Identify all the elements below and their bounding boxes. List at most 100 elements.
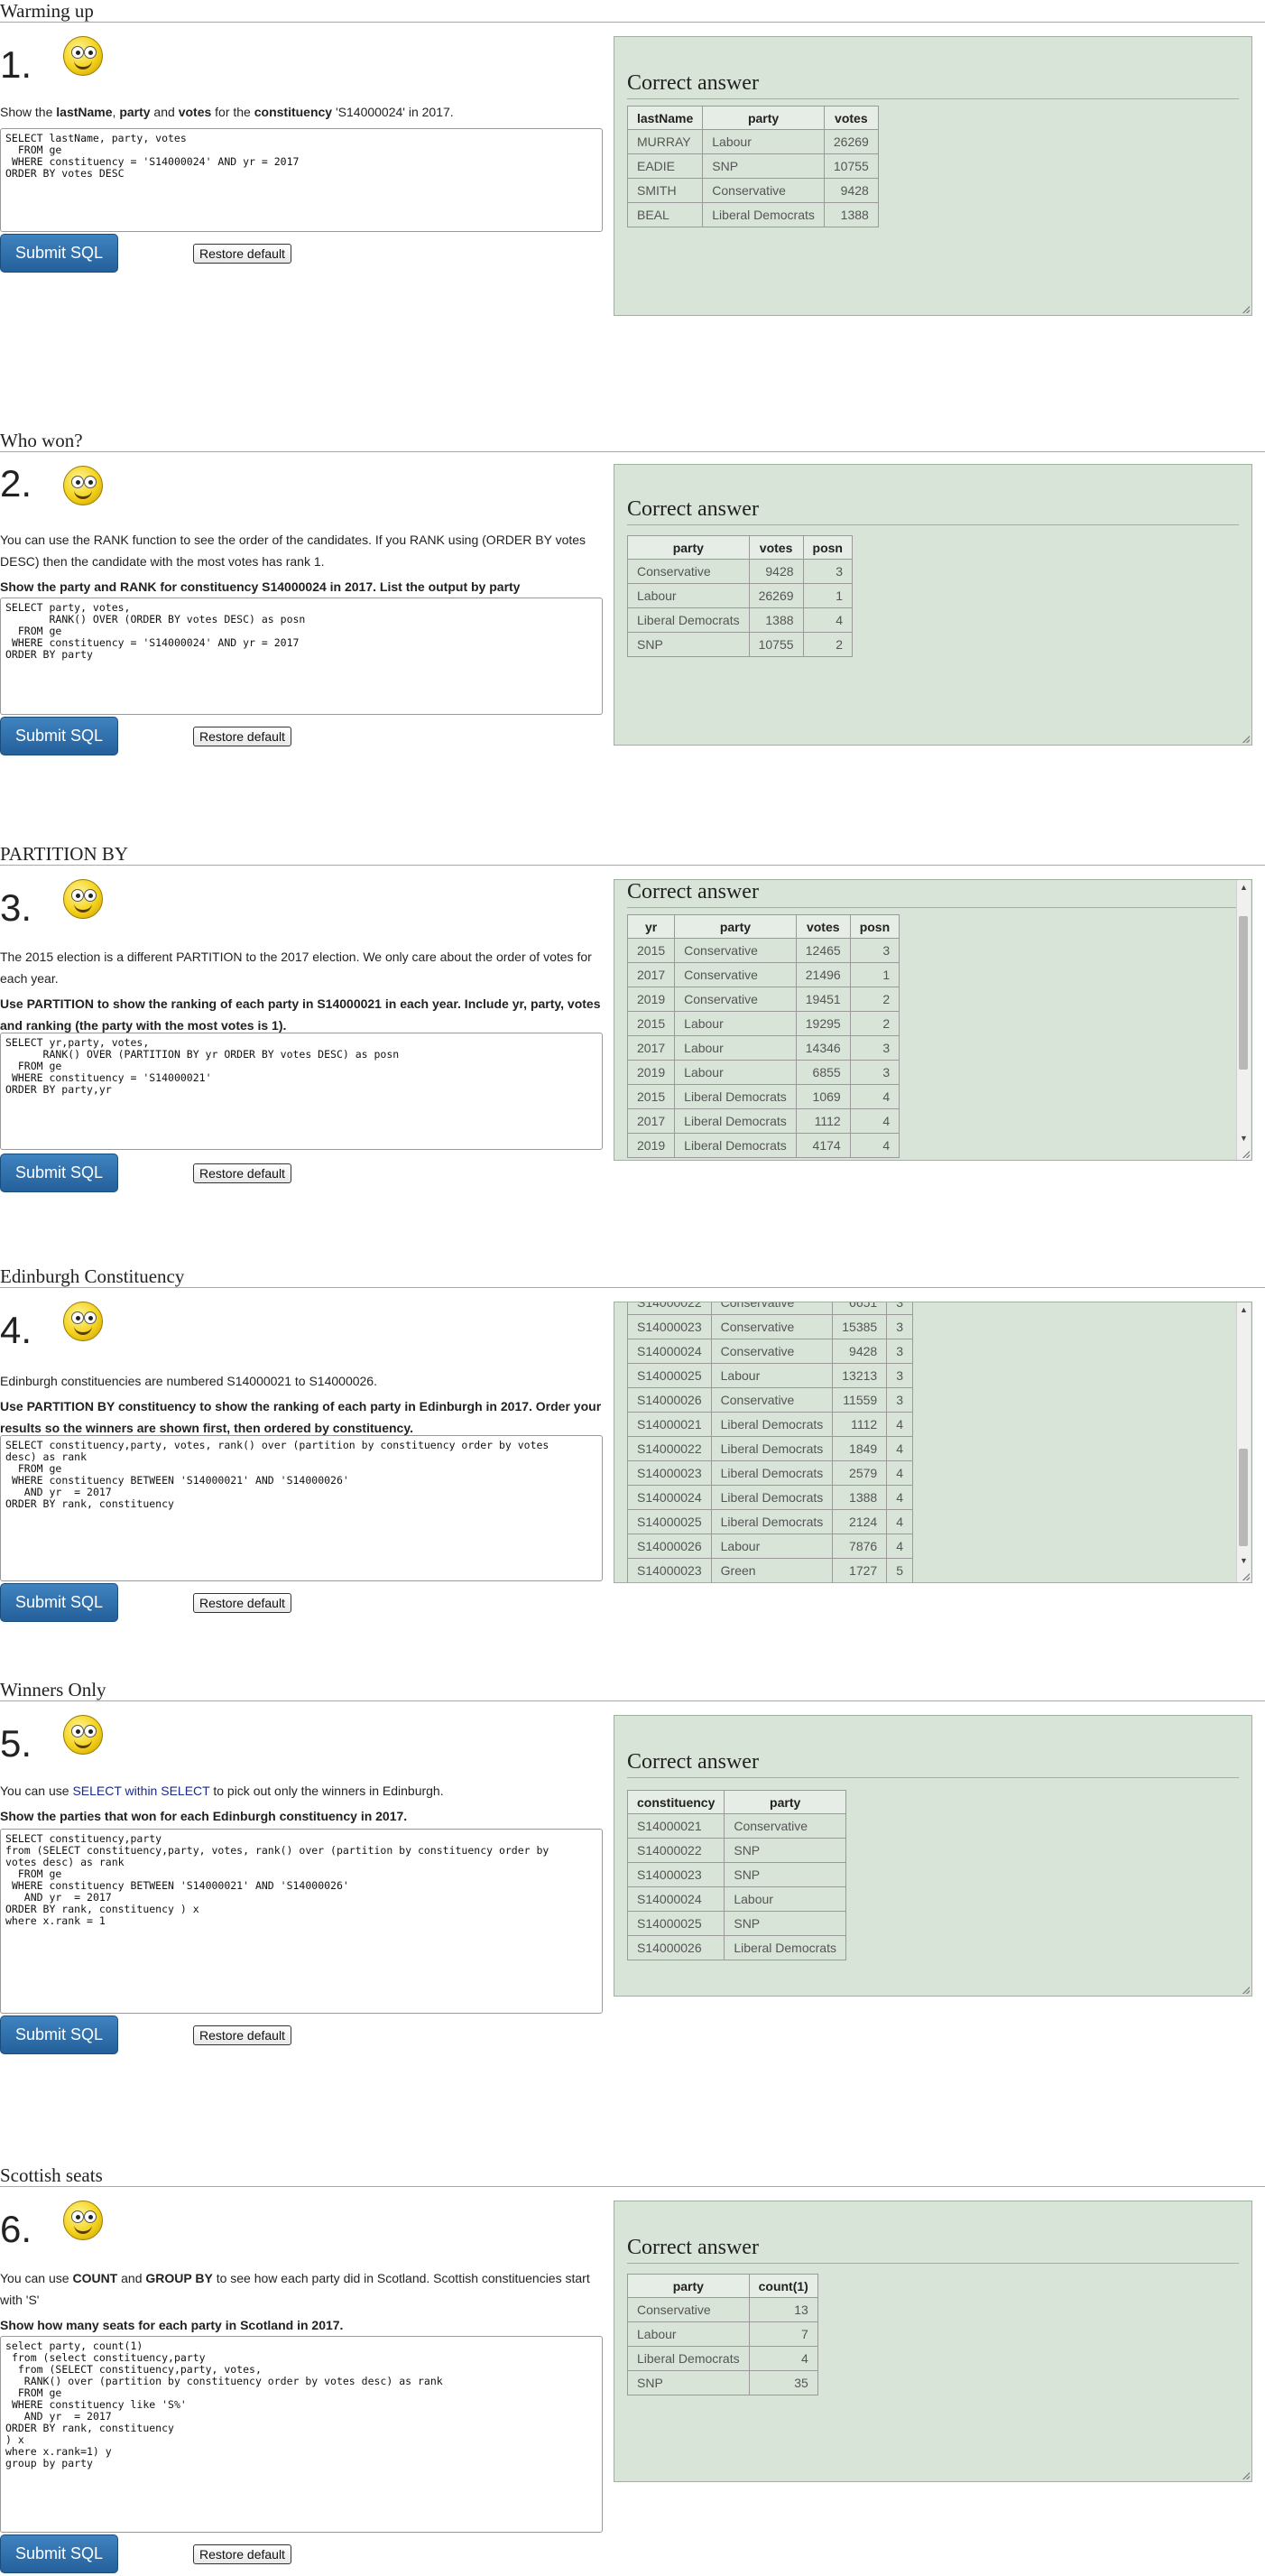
table-cell: S14000021: [627, 1412, 712, 1437]
smiley-icon: [63, 1715, 103, 1755]
sql-editor[interactable]: [0, 1033, 603, 1150]
table-cell: S14000026: [626, 1935, 725, 1960]
scroll-up-arrow-icon[interactable]: ▲: [1237, 1304, 1251, 1315]
table-cell: 4: [802, 607, 854, 633]
column-header: party: [702, 106, 825, 130]
table-cell: 4: [886, 1534, 913, 1559]
question-task: Show the parties that won for each Edinb…: [0, 1809, 408, 1823]
answer-title: Correct answer: [627, 880, 759, 903]
table-cell: 21496: [795, 962, 851, 987]
question-task: Show the party and RANK for constituency…: [0, 579, 521, 594]
question-text: You can use the RANK function to see the…: [0, 533, 586, 569]
scroll-thumb[interactable]: [1239, 1449, 1248, 1546]
restore-default-button[interactable]: Restore default: [193, 2544, 291, 2564]
resize-handle[interactable]: [1242, 1987, 1250, 1994]
table-cell: 10755: [748, 632, 804, 657]
table-cell: Conservative: [627, 559, 750, 584]
table-cell: EADIE: [626, 153, 704, 179]
restore-default-button[interactable]: Restore default: [193, 1593, 291, 1613]
correct-answer-panel: Correct answer yr party votes posn 2015 Conse…: [614, 879, 1252, 1161]
restore-default-button[interactable]: Restore default: [193, 1163, 291, 1183]
sql-editor[interactable]: [0, 1435, 603, 1581]
resize-handle[interactable]: [1242, 1151, 1250, 1158]
table-cell: 2: [849, 987, 900, 1012]
divider: [627, 2263, 1239, 2264]
scroll-down-arrow-icon[interactable]: ▼: [1237, 1133, 1251, 1144]
table-cell: Liberal Democrats: [710, 1485, 834, 1510]
table-cell: 1112: [795, 1108, 851, 1134]
submit-sql-button[interactable]: Submit SQL: [0, 234, 118, 273]
column-header: party: [627, 2274, 750, 2298]
scrollbar[interactable]: ▲ ▼: [1236, 880, 1251, 1160]
text-bold: COUNT: [72, 2271, 118, 2285]
table-cell: SNP: [724, 1911, 846, 1936]
table-row: Liberal Democrats 4: [627, 2346, 818, 2371]
question-text: You can use COUNT and GROUP BY to see ho…: [0, 2267, 603, 2311]
table-cell: 2015: [626, 1084, 676, 1109]
table-cell: Conservative: [710, 1339, 834, 1364]
table-cell: Conservative: [674, 987, 797, 1012]
scroll-down-arrow-icon[interactable]: ▼: [1237, 1555, 1251, 1566]
divider: [0, 865, 1265, 866]
table-cell: 4: [886, 1460, 913, 1486]
table-row: SMITH Conservative 9428: [626, 178, 879, 203]
table-cell: 4: [886, 1436, 913, 1461]
table-cell: MURRAY: [626, 129, 704, 154]
table-cell: 15385: [832, 1314, 888, 1339]
resize-handle[interactable]: [1242, 1573, 1250, 1580]
submit-sql-button[interactable]: Submit SQL: [0, 2534, 118, 2573]
submit-sql-button[interactable]: Submit SQL: [0, 717, 118, 755]
answer-table: lastName party votes MURRAY Labour 26269 EADIE…: [626, 106, 879, 227]
scroll-up-arrow-icon[interactable]: ▲: [1237, 882, 1251, 893]
table-cell: 10755: [823, 153, 879, 179]
table-cell: 2124: [832, 1509, 888, 1534]
answer-table: party votes posn Conservative 9428 3 Labour 262…: [627, 535, 854, 657]
table-cell: S14000021: [626, 1813, 725, 1839]
sql-editor[interactable]: [0, 1829, 603, 2014]
table-cell: 3: [886, 1387, 913, 1413]
section-title: PARTITION BY: [0, 843, 129, 865]
table-row: S14000025 Labour 13213 3: [627, 1363, 913, 1388]
table-cell: 2019: [626, 1133, 676, 1158]
scroll-thumb[interactable]: [1239, 916, 1248, 1070]
sql-editor[interactable]: [0, 2336, 603, 2533]
select-within-select-link[interactable]: SELECT within SELECT: [72, 1784, 209, 1798]
resize-handle[interactable]: [1242, 736, 1250, 743]
table-row: S14000022 Conservative 6651 3: [627, 1302, 913, 1315]
table-cell: 19295: [795, 1011, 851, 1036]
resize-handle[interactable]: [1242, 2472, 1250, 2479]
correct-answer-panel: Correct answer party votes posn Conservativ…: [614, 464, 1252, 746]
restore-default-button[interactable]: Restore default: [193, 727, 291, 746]
table-cell: 12465: [795, 938, 851, 963]
table-cell: Conservative: [627, 2297, 750, 2322]
table-row: S14000025 SNP: [626, 1911, 846, 1936]
scrollbar[interactable]: ▲ ▼: [1236, 1302, 1251, 1582]
column-header: posn: [802, 535, 854, 560]
restore-default-button[interactable]: Restore default: [193, 2025, 291, 2045]
restore-default-button[interactable]: Restore default: [193, 244, 291, 264]
submit-sql-button[interactable]: Submit SQL: [0, 1154, 118, 1192]
table-row: BEAL Liberal Democrats 1388: [626, 202, 879, 227]
sql-editor[interactable]: [0, 598, 603, 715]
smiley-icon: [63, 466, 103, 505]
table-cell: S14000026: [627, 1534, 712, 1559]
submit-sql-button[interactable]: Submit SQL: [0, 1583, 118, 1622]
table-cell: 3: [849, 1060, 900, 1085]
question-task: Use PARTITION BY constituency to show th…: [0, 1399, 602, 1435]
table-row: 2015 Labour 19295 2: [626, 1011, 900, 1036]
submit-sql-button[interactable]: Submit SQL: [0, 2015, 118, 2054]
table-cell: Conservative: [702, 178, 825, 203]
table-row: 2017 Liberal Democrats 1112 4: [626, 1108, 900, 1134]
column-header: votes: [795, 914, 851, 939]
table-cell: S14000023: [626, 1862, 725, 1887]
table-cell: 2: [849, 1011, 900, 1036]
table-cell: 1388: [748, 607, 804, 633]
column-header: count(1): [748, 2274, 818, 2298]
resize-handle[interactable]: [1242, 306, 1250, 313]
column-header: party: [674, 914, 797, 939]
table-cell: Liberal Democrats: [724, 1935, 846, 1960]
sql-editor[interactable]: [0, 128, 603, 232]
table-row: S14000021 Conservative: [626, 1813, 846, 1839]
table-cell: SNP: [627, 632, 750, 657]
table-cell: 9428: [823, 178, 879, 203]
